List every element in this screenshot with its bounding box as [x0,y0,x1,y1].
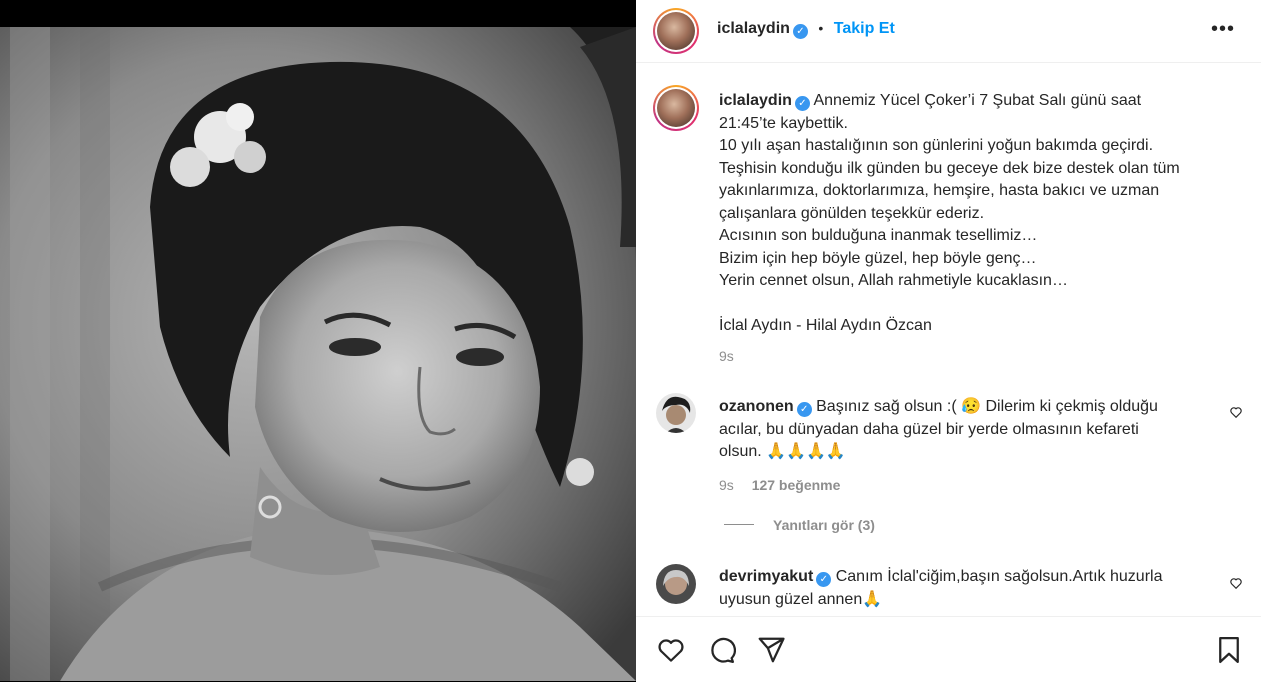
comment-like-heart-icon[interactable] [1229,576,1243,590]
comment-username[interactable]: ozanonen [719,398,794,415]
portrait-image [0,27,636,681]
verified-badge-icon: ✓ [794,96,810,111]
caption-line: çalışanlara gönülden teşekkür ederiz. [719,204,985,222]
verified-badge-icon: ✓ [796,402,812,417]
comment-avatar[interactable] [656,564,696,604]
comment-icon[interactable] [706,635,736,665]
verified-badge-icon: ✓ [816,572,832,587]
caption-avatar[interactable] [653,85,699,131]
header-avatar[interactable] [653,8,699,54]
post-header: iclalaydin ✓ • Takip Et ••• [636,0,1261,63]
verified-badge-icon: ✓ [792,24,808,39]
comment-like-heart-icon[interactable] [1229,405,1243,419]
comment-line: olsun. 🙏🙏🙏🙏 [719,443,846,460]
comment-time[interactable]: 9s [719,477,734,493]
replies-divider [724,524,754,525]
header-separator: • [818,20,824,36]
comment-likes[interactable]: 127 beğenme [752,477,841,493]
caption-line: Annemiz Yücel Çoker’i 7 Şubat Salı günü … [813,92,1142,109]
comment-line: uyusun güzel annen🙏 [719,590,883,608]
post-side-panel: iclalaydin ✓ • Takip Et ••• iclalaydin ✓ A… [636,0,1261,682]
view-replies-button[interactable]: Yanıtları gör (3) [773,517,875,533]
caption-line: yakınlarımıza, doktorlarımıza, hemşire, … [719,182,1160,199]
caption-line: Bizim için hep böyle güzel, hep böyle ge… [719,249,1037,267]
bookmark-icon[interactable] [1214,635,1244,665]
caption-line: 21:45’te kaybettik. [719,114,848,132]
more-options-icon[interactable]: ••• [1211,18,1235,41]
photo-pane [0,0,636,681]
follow-button[interactable]: Takip Et [834,20,895,37]
comment-username[interactable]: devrimyakut [719,568,813,585]
comment: ozanonen ✓ Başınız sağ olsun :( 😥 Dilerim… [719,396,1219,496]
comment-avatar[interactable] [656,393,696,433]
caption-line: Teşhisin konduğu ilk günden bu geceye de… [719,159,1180,177]
heart-icon[interactable] [656,635,686,665]
avatar-image [656,564,696,604]
comment-line: Başınız sağ olsun :( 😥 Dilerim ki çekmiş… [816,398,1158,415]
header-username[interactable]: iclalaydin [717,20,790,37]
comment: devrimyakut ✓ Canım İclal'ciğim,başın sağ… [719,566,1219,611]
caption-line: 10 yılı aşan hastalığının son günlerini … [719,137,1154,154]
caption-time[interactable]: 9s [719,345,1244,368]
post-photo[interactable] [0,27,636,681]
caption-username[interactable]: iclalaydin [719,92,792,109]
comment-line: Canım İclal'ciğim,başın sağolsun.Artık h… [835,568,1163,585]
comment-line: acılar, bu dünyadan daha güzel bir yerde… [719,420,1139,438]
action-bar [636,616,1261,682]
caption-line: Yerin cennet olsun, Allah rahmetiyle kuc… [719,272,1068,289]
share-icon[interactable] [756,635,786,665]
caption: iclalaydin ✓ Annemiz Yücel Çoker’i 7 Şuba… [719,90,1244,368]
caption-line: Acısının son bulduğuna inanmak tesellimi… [719,227,1038,244]
caption-signature: İclal Aydın - Hilal Aydın Özcan [719,316,932,334]
avatar-image [656,393,696,433]
